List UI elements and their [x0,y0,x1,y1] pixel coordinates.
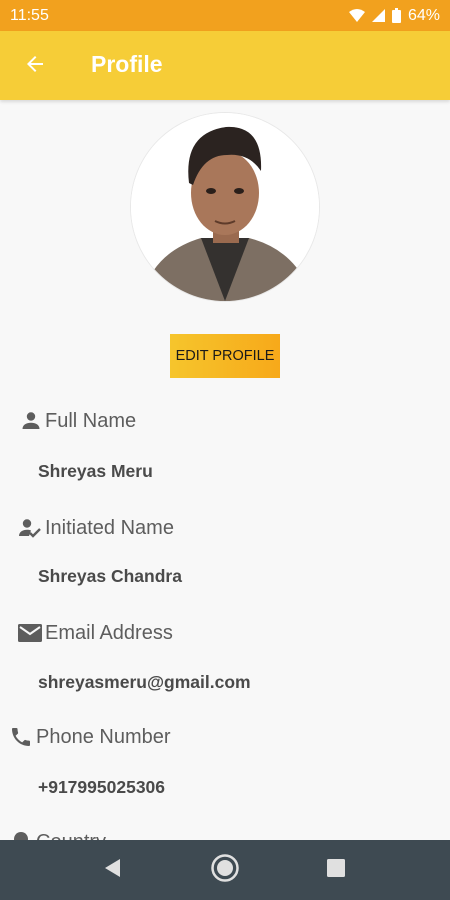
profile-content[interactable]: EDIT PROFILE Full Name Shreyas Meru Init… [0,100,450,840]
full-name-label-text: Full Name [45,409,137,432]
person-icon [19,409,43,433]
email-icon [17,621,43,645]
nav-home-button[interactable] [209,853,241,888]
system-nav-bar [0,840,450,900]
battery-icon [391,8,401,23]
triangle-back-icon [103,858,123,883]
battery-percent: 64% [407,6,440,24]
phone-label: Phone Number [8,725,171,749]
phone-icon [8,725,34,749]
full-name-label: Full Name [19,409,136,433]
email-label-text: Email Address [45,621,173,644]
location-icon [8,830,34,840]
status-icons: 64% [348,6,440,25]
country-label: Country [8,830,106,840]
initiated-name-value: Shreyas Chandra [38,566,182,586]
back-button[interactable] [18,49,52,83]
circle-home-icon [210,853,240,888]
full-name-value: Shreyas Meru [38,461,153,481]
initiated-name-label: Initiated Name [17,516,174,540]
person-check-icon [17,516,43,540]
status-bar: 11:55 64% [0,0,450,31]
phone-value: +917995025306 [38,777,166,797]
phone-label-text: Phone Number [36,725,171,748]
signal-icon [371,9,385,22]
email-label: Email Address [17,621,173,645]
profile-avatar [131,113,319,301]
app-bar: Profile [0,31,450,100]
wifi-icon [348,9,365,22]
country-label-text: Country [36,831,106,841]
initiated-name-label-text: Initiated Name [45,516,174,539]
edit-profile-button[interactable]: EDIT PROFILE [170,334,280,378]
status-time: 11:55 [10,6,49,24]
page-title: Profile [91,51,163,77]
profile-photo [131,113,319,301]
nav-back-button[interactable] [97,854,129,886]
email-value: shreyasmeru@gmail.com [38,672,251,692]
nav-recents-button[interactable] [320,854,352,886]
arrow-left-icon [23,52,47,81]
square-recents-icon [326,858,346,883]
